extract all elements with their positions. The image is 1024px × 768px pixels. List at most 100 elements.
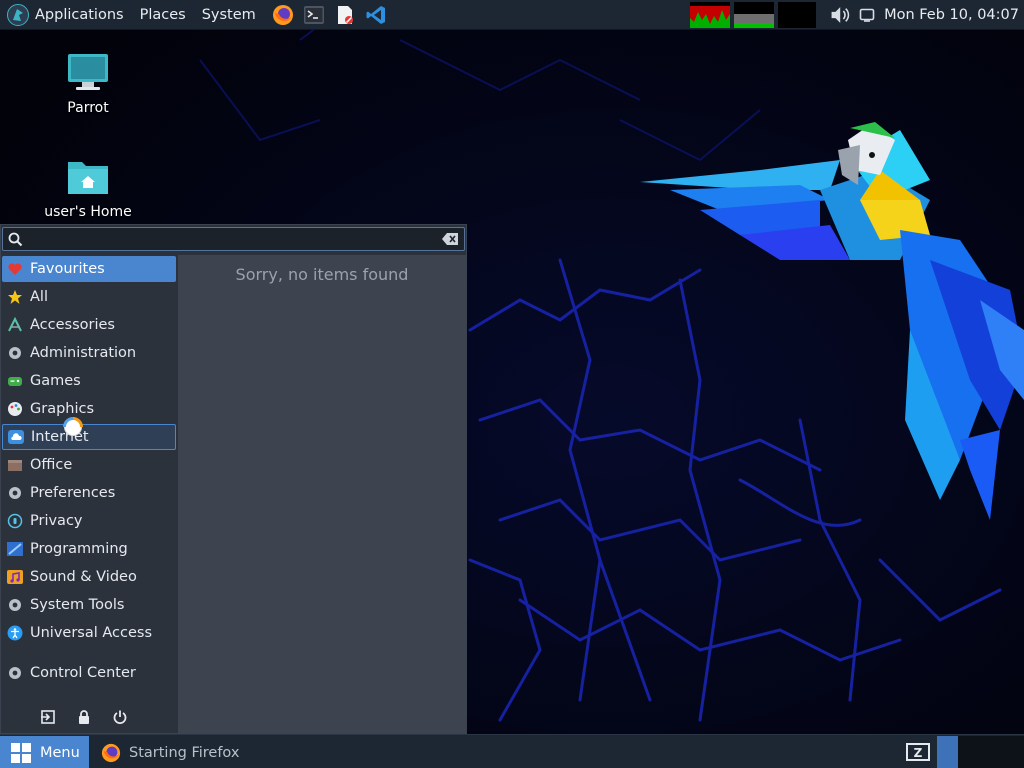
empty-message: Sorry, no items found (235, 265, 409, 284)
category-system-tools[interactable]: System Tools (2, 592, 176, 618)
session-buttons (39, 708, 147, 726)
network-graph[interactable] (778, 2, 817, 28)
category-list: Favourites All Accessories Administratio… (1, 255, 178, 735)
terminal-launcher[interactable] (303, 4, 325, 26)
category-label: Programming (30, 541, 128, 557)
menu-button[interactable]: Menu (0, 736, 89, 768)
category-label: All (30, 289, 48, 305)
vscode-icon (366, 5, 385, 24)
category-label: System Tools (30, 597, 125, 613)
desktop-icon-label: user's Home (44, 204, 132, 220)
category-label: Administration (30, 345, 137, 361)
gear-icon (9, 599, 21, 611)
programming-icon (7, 542, 23, 556)
workspace-2[interactable] (958, 736, 1024, 768)
heart-icon (8, 263, 22, 275)
document-launcher[interactable] (334, 4, 356, 26)
palette-icon (8, 402, 22, 416)
menu-button-label: Menu (40, 744, 80, 761)
clock[interactable]: Mon Feb 10, 04:07 (884, 7, 1019, 23)
category-label: Accessories (30, 317, 115, 333)
cloud-icon (8, 430, 24, 444)
screen-control[interactable] (856, 4, 878, 26)
category-programming[interactable]: Programming (2, 536, 176, 562)
terminal-icon (303, 5, 324, 24)
category-favourites[interactable]: Favourites (2, 256, 176, 282)
category-preferences[interactable]: Preferences (2, 480, 176, 506)
system-menu[interactable]: System (202, 7, 256, 23)
svg-text:Z: Z (914, 746, 923, 760)
desktop-icon-home[interactable]: user's Home (33, 156, 143, 220)
category-privacy[interactable]: Privacy (2, 508, 176, 534)
system-tray: Mon Feb 10, 04:07 (690, 0, 1024, 30)
application-menu: Favourites All Accessories Administratio… (0, 224, 467, 734)
cpu-graph[interactable] (690, 2, 731, 28)
category-sound-video[interactable]: Sound & Video (2, 564, 176, 590)
computer-icon (68, 54, 108, 90)
memory-graph-bars (734, 14, 775, 28)
category-label: Games (30, 373, 81, 389)
home-folder-icon (68, 162, 108, 194)
places-menu[interactable]: Places (140, 7, 186, 23)
menu-items-pane: Sorry, no items found (178, 255, 466, 734)
office-icon (8, 460, 22, 471)
bottom-panel: Menu Starting Firefox Z (0, 734, 1024, 768)
category-label: Privacy (30, 513, 83, 529)
archive-manager-icon[interactable]: Z (905, 741, 931, 763)
gamepad-icon (8, 377, 22, 386)
gear-icon (9, 487, 21, 499)
category-all[interactable]: All (2, 284, 176, 310)
busy-cursor-icon (63, 417, 83, 436)
power-icon (113, 710, 127, 724)
desktop-icon-label: Parrot (67, 100, 109, 116)
category-label: Sound & Video (30, 569, 137, 585)
star-icon (8, 290, 22, 304)
search-input[interactable] (27, 230, 437, 248)
category-internet[interactable]: Internet (2, 424, 176, 450)
gear-icon (9, 667, 21, 679)
screen-icon (859, 8, 875, 22)
category-office[interactable]: Office (2, 452, 176, 478)
category-games[interactable]: Games (2, 368, 176, 394)
category-label: Universal Access (30, 625, 153, 641)
applications-menu[interactable]: Applications (35, 7, 124, 23)
category-label: Preferences (30, 485, 116, 501)
category-accessories[interactable]: Accessories (2, 312, 176, 338)
volume-control[interactable] (830, 4, 852, 26)
parrot-logo-icon[interactable] (7, 3, 29, 26)
accessibility-icon (7, 625, 23, 641)
category-graphics[interactable]: Graphics (2, 396, 176, 422)
category-label: Control Center (30, 665, 136, 681)
category-administration[interactable]: Administration (2, 340, 176, 366)
firefox-launcher[interactable] (272, 4, 294, 26)
memory-graph[interactable] (734, 2, 775, 28)
volume-icon (831, 7, 850, 23)
logout-icon (41, 710, 55, 724)
desktop-icon-parrot[interactable]: Parrot (33, 52, 143, 116)
gear-icon (9, 347, 21, 359)
vscode-launcher[interactable] (365, 4, 387, 26)
lock-icon (79, 710, 89, 724)
search-icon (8, 232, 23, 247)
logout-button[interactable] (39, 708, 57, 726)
firefox-icon (101, 743, 121, 762)
power-button[interactable] (111, 708, 129, 726)
document-icon (337, 5, 353, 24)
grid-icon (11, 742, 31, 763)
clear-search-icon[interactable] (442, 233, 458, 245)
music-icon (7, 570, 23, 584)
accessories-icon (8, 317, 22, 332)
firefox-icon (272, 4, 293, 25)
category-universal-access[interactable]: Universal Access (2, 620, 176, 646)
search-box[interactable] (2, 227, 465, 251)
category-label: Favourites (30, 261, 105, 277)
category-control-center[interactable]: Control Center (2, 660, 176, 686)
top-panel: Applications Places System Mon Feb 10, 0… (0, 0, 1024, 30)
taskbar-item-firefox[interactable]: Starting Firefox (98, 736, 239, 768)
taskbar-item-label: Starting Firefox (129, 744, 240, 761)
cpu-graph-bars (690, 6, 731, 28)
category-label: Graphics (30, 401, 95, 417)
lock-button[interactable] (75, 708, 93, 726)
category-label: Office (30, 457, 73, 473)
workspace-1[interactable] (937, 736, 958, 768)
